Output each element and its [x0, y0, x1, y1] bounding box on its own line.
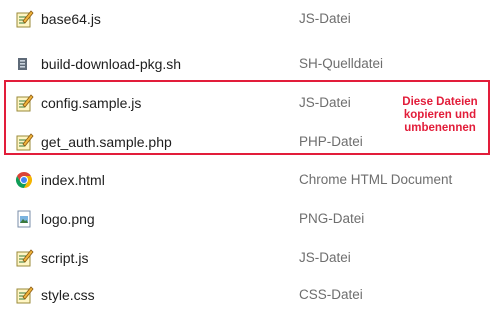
file-type: Chrome HTML Document	[299, 172, 453, 187]
file-type: JS-Datei	[299, 11, 351, 26]
script-file-icon	[14, 9, 34, 29]
file-type: PNG-Datei	[299, 211, 365, 226]
file-name: index.html	[41, 172, 105, 188]
annotation-note: Diese Dateien kopieren und umbenennen	[392, 96, 488, 135]
file-name: build-download-pkg.sh	[41, 56, 182, 72]
script-file-icon	[14, 285, 34, 305]
file-row[interactable]: style.css CSS-Datei	[0, 282, 493, 308]
annotation-line: Diese Dateien	[402, 96, 478, 108]
file-type: CSS-Datei	[299, 287, 363, 302]
file-name: style.css	[41, 287, 95, 303]
image-file-icon	[14, 209, 34, 229]
file-type: SH-Quelldatei	[299, 56, 384, 71]
file-row[interactable]: logo.png PNG-Datei	[0, 206, 493, 232]
file-row[interactable]: build-download-pkg.sh SH-Quelldatei	[0, 51, 493, 77]
file-name: logo.png	[41, 211, 95, 227]
annotation-line: kopieren und	[403, 109, 477, 121]
chrome-icon	[14, 170, 34, 190]
generic-file-icon	[14, 54, 34, 74]
file-row[interactable]: base64.js JS-Datei	[0, 6, 493, 32]
script-file-icon	[14, 248, 34, 268]
file-type: JS-Datei	[299, 250, 351, 265]
file-row[interactable]: index.html Chrome HTML Document	[0, 167, 493, 193]
file-row[interactable]: script.js JS-Datei	[0, 245, 493, 271]
annotation-line: umbenennen	[404, 122, 476, 134]
file-name: base64.js	[41, 11, 101, 27]
file-name: script.js	[41, 250, 89, 266]
